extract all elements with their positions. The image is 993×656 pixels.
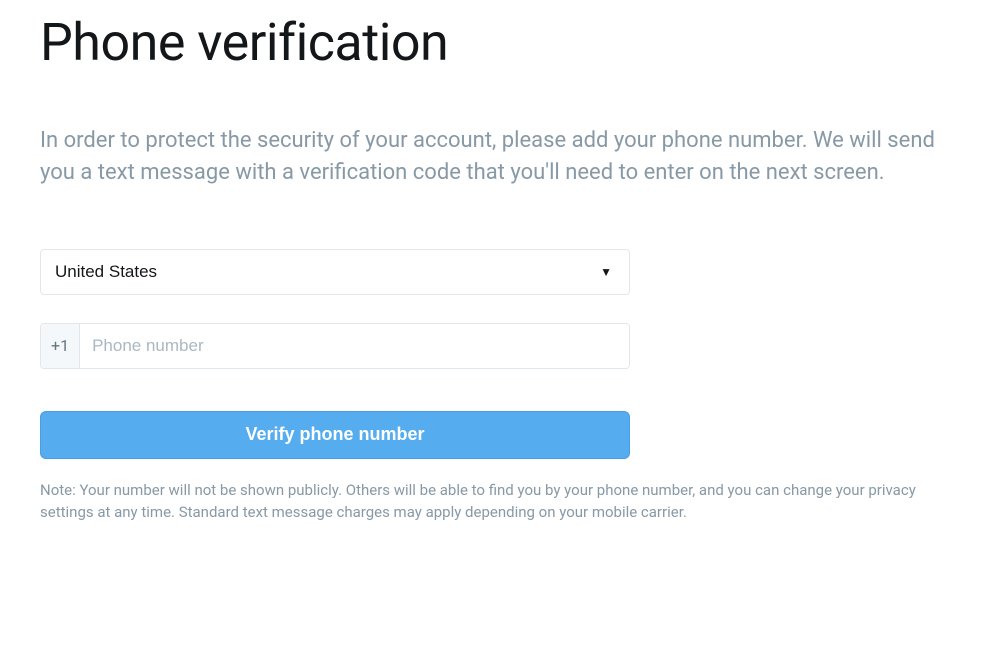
privacy-note: Note: Your number will not be shown publ… (40, 479, 953, 524)
verify-phone-button[interactable]: Verify phone number (40, 411, 630, 459)
country-code-prefix: +1 (41, 324, 80, 368)
page-title: Phone verification (40, 12, 953, 73)
country-select[interactable]: United States (40, 249, 630, 295)
phone-input-row: +1 (40, 323, 630, 369)
country-select-wrapper: United States ▼ (40, 249, 630, 295)
verification-form: United States ▼ +1 Verify phone number (40, 249, 630, 479)
phone-number-input[interactable] (80, 324, 629, 368)
verification-description: In order to protect the security of your… (40, 125, 953, 189)
